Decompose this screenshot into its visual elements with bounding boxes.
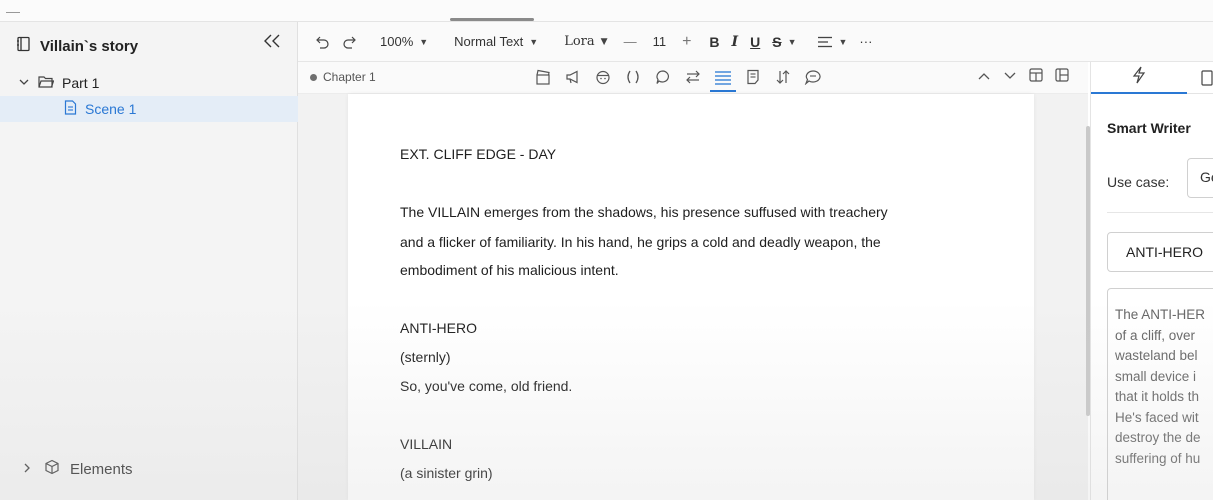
caret-down-icon: ▼ <box>787 36 797 47</box>
chevron-down-icon[interactable] <box>18 75 30 91</box>
tree-item-label: Part 1 <box>62 75 100 91</box>
chevron-right-icon[interactable] <box>22 461 32 478</box>
tree-item-scene[interactable]: Scene 1 <box>0 96 298 122</box>
zoom-value: 100% <box>380 34 414 49</box>
smart-writer-panel: Smart Writer Use case: Ge ANTI-HERO The … <box>1090 62 1213 500</box>
editor-area: EXT. CLIFF EDGE - DAY The VILLAIN emerge… <box>298 94 1088 500</box>
parenthetical[interactable]: (a sinister grin) <box>400 461 493 485</box>
project-book-icon <box>16 36 32 57</box>
zoom-select[interactable]: 100% ▼ <box>374 29 434 55</box>
character-name[interactable]: ANTI-HERO <box>400 316 477 340</box>
scene-heading[interactable]: EXT. CLIFF EDGE - DAY <box>400 142 556 166</box>
caret-down-icon: ▼ <box>529 36 539 47</box>
generated-line: of a cliff, over <box>1115 327 1196 343</box>
chapter-indicator: Chapter 1 <box>310 70 376 84</box>
collapse-sidebar-button[interactable] <box>262 33 284 54</box>
text-style-select[interactable]: Normal Text ▼ <box>448 29 544 55</box>
italic-button[interactable]: I <box>726 29 745 55</box>
chapter-dot-icon <box>310 73 317 81</box>
transition-icon[interactable] <box>684 66 702 88</box>
tree-item-part[interactable]: Part 1 <box>0 70 298 96</box>
font-select[interactable]: Lora ▼ <box>558 29 613 55</box>
character-select[interactable]: ANTI-HERO <box>1107 232 1213 272</box>
generated-line: suffering of hu <box>1115 450 1201 466</box>
action-line[interactable]: embodiment of his malicious intent. <box>400 258 619 282</box>
cube-icon <box>44 459 60 479</box>
layout-side-icon[interactable] <box>1054 67 1070 88</box>
caret-down-icon: ▼ <box>838 36 848 47</box>
formatting-toolbar: 100% ▼ Normal Text ▼ Lora ▼ — 11 + B I U… <box>298 22 1213 62</box>
font-size-value[interactable]: 11 <box>643 29 677 55</box>
note-icon[interactable] <box>744 66 762 88</box>
active-tab-indicator <box>450 18 534 21</box>
generated-text-box[interactable]: The ANTI-HER of a cliff, over wasteland … <box>1107 288 1213 500</box>
chevron-down-icon[interactable] <box>1002 69 1018 87</box>
panel-title: Smart Writer <box>1107 120 1191 136</box>
layout-top-icon[interactable] <box>1028 67 1044 88</box>
script-page[interactable]: EXT. CLIFF EDGE - DAY The VILLAIN emerge… <box>348 94 1034 500</box>
use-case-label: Use case: <box>1107 174 1170 190</box>
window-top-bar <box>0 0 1213 22</box>
chevron-up-icon[interactable] <box>976 69 992 87</box>
dialogue[interactable]: So, you've come, old friend. <box>400 374 572 398</box>
generated-line: destroy the de <box>1115 430 1201 445</box>
project-title: Villain`s story <box>40 37 139 55</box>
document-icon <box>1201 70 1213 90</box>
comment-icon[interactable] <box>804 66 822 88</box>
parenthetical-icon[interactable] <box>624 66 642 88</box>
tab-notes[interactable] <box>1201 70 1213 91</box>
sidebar-elements-section[interactable]: Elements <box>0 454 298 484</box>
general-text-icon[interactable] <box>710 66 736 92</box>
strikethrough-label: S <box>772 33 782 50</box>
caret-down-icon: ▼ <box>419 36 429 47</box>
scene-heading-icon[interactable] <box>534 66 552 88</box>
document-icon <box>64 100 77 118</box>
action-line[interactable]: and a flicker of familiarity. In his han… <box>400 230 881 254</box>
action-megaphone-icon[interactable] <box>564 66 582 88</box>
elements-label: Elements <box>70 460 133 478</box>
underline-button[interactable]: U <box>744 29 766 55</box>
action-line[interactable]: The VILLAIN emerges from the shadows, hi… <box>400 200 888 224</box>
tab-smart-writer[interactable] <box>1091 62 1187 94</box>
sort-icon[interactable] <box>774 66 792 88</box>
folder-open-icon <box>38 75 55 92</box>
generated-line: that it holds th <box>1115 389 1200 404</box>
font-size-decrease-button[interactable]: — <box>618 29 643 55</box>
generated-line: wasteland bel <box>1115 348 1198 363</box>
strikethrough-button[interactable]: S ▼ <box>766 29 802 55</box>
generated-line: He's faced wit <box>1115 409 1199 425</box>
undo-button[interactable] <box>308 29 336 55</box>
lightning-icon <box>1132 66 1146 89</box>
font-value: Lora <box>564 34 595 49</box>
character-icon[interactable] <box>594 66 612 88</box>
character-name[interactable]: VILLAIN <box>400 432 452 456</box>
navigation-tools <box>976 67 1070 88</box>
tab-mark-icon <box>6 4 20 13</box>
chapter-label: Chapter 1 <box>323 70 376 84</box>
generated-line: small device i <box>1115 368 1197 384</box>
element-type-tools <box>534 66 822 92</box>
dialogue-icon[interactable] <box>654 66 672 88</box>
script-element-toolbar: Chapter 1 <box>298 62 1088 94</box>
use-case-select[interactable]: Ge <box>1187 158 1213 198</box>
generated-line: The ANTI-HER <box>1115 307 1206 322</box>
panel-tabs <box>1091 62 1213 94</box>
align-button[interactable]: ▼ <box>811 29 854 55</box>
font-size-increase-button[interactable]: + <box>676 29 697 55</box>
more-options-button[interactable]: ··· <box>853 29 878 55</box>
sidebar: Villain`s story Part 1 Scene 1 Elements <box>0 22 298 500</box>
sidebar-header: Villain`s story <box>0 22 298 70</box>
redo-button[interactable] <box>336 29 364 55</box>
screenwriter-app: Villain`s story Part 1 Scene 1 Elements … <box>0 0 1213 500</box>
panel-divider <box>1107 212 1213 213</box>
caret-down-icon: ▼ <box>600 36 608 47</box>
parenthetical[interactable]: (sternly) <box>400 345 451 369</box>
bold-button[interactable]: B <box>703 29 725 55</box>
tree-item-label: Scene 1 <box>85 101 137 117</box>
text-style-value: Normal Text <box>454 34 524 49</box>
